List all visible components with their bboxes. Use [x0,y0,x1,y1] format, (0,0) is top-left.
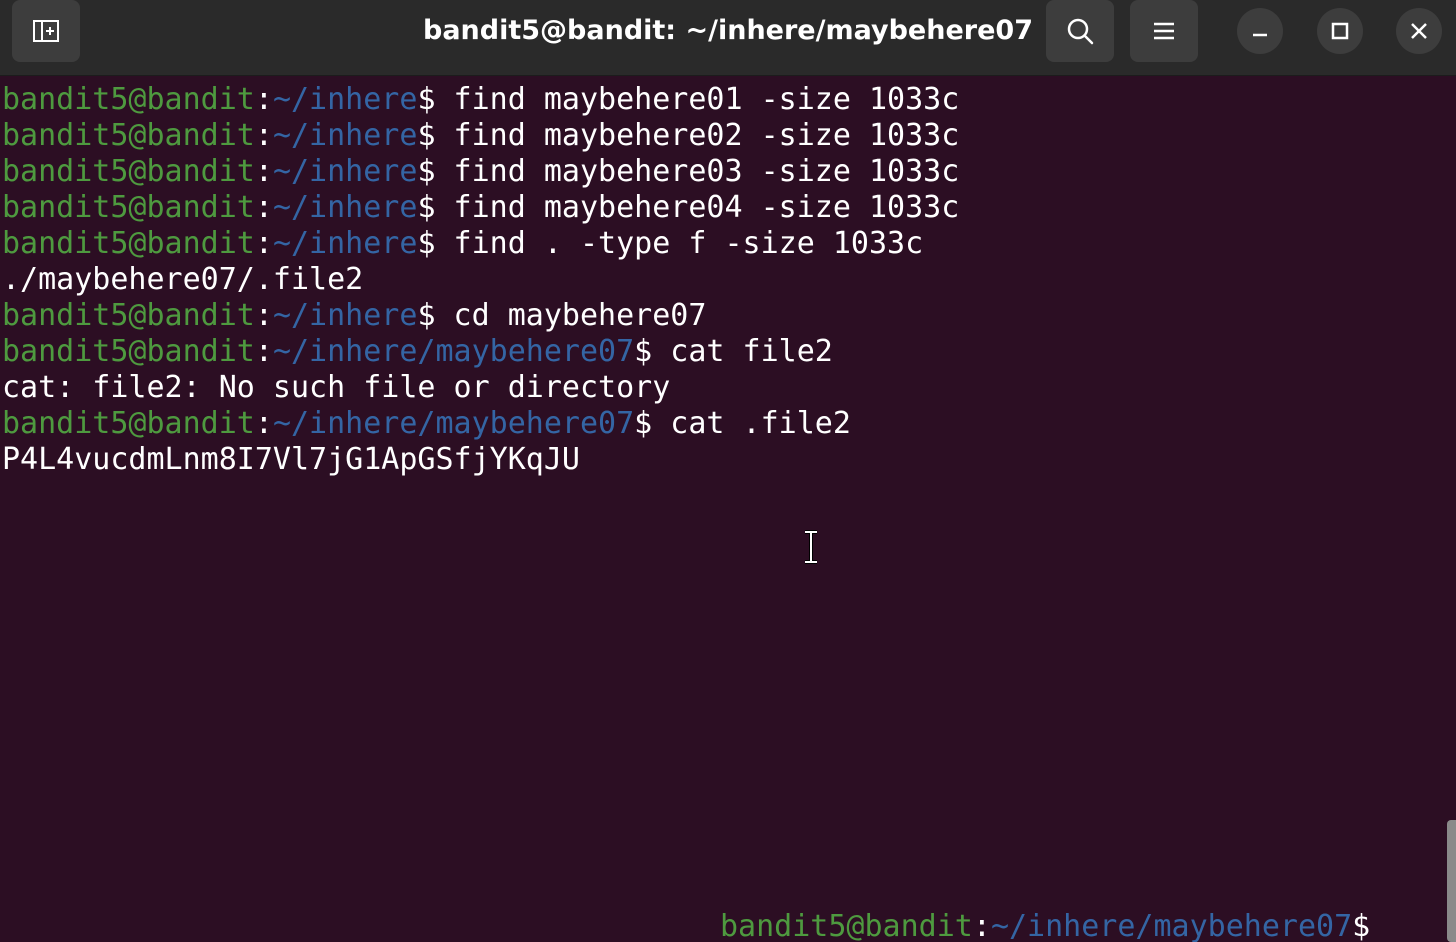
prompt-dollar: $ [417,118,436,153]
close-icon [1411,23,1427,39]
terminal-line: bandit5@bandit:~/inhere/maybehere07$ cat… [2,406,851,442]
prompt-path: ~/inhere [272,154,418,189]
menu-button[interactable] [1130,0,1198,62]
prompt-dollar: $ [1352,909,1371,942]
prompt-colon: : [254,154,273,189]
terminal-line: bandit5@bandit:~/inhere$ find . -type f … [2,226,923,262]
close-button[interactable] [1396,8,1442,54]
prompt-colon: : [972,909,991,942]
prompt-user: bandit5@bandit [2,154,255,189]
prompt-user: bandit5@bandit [2,334,255,369]
new-tab-icon [33,20,59,42]
prompt-dollar: $ [417,82,436,117]
prompt-dollar: $ [417,154,436,189]
prompt-path: ~/inhere [272,190,418,225]
search-button[interactable] [1046,0,1114,62]
terminal-line: bandit5@bandit:~/inhere$ find maybehere0… [2,154,959,190]
command-text: find maybehere02 -size 1033c [435,118,960,153]
prompt-user: bandit5@bandit [2,406,255,441]
minimize-button[interactable] [1237,8,1283,54]
prompt-path: ~/inhere [272,118,418,153]
prompt-path: ~/inhere/maybehere07 [272,334,635,369]
prompt-colon: : [254,118,273,153]
command-text: find maybehere04 -size 1033c [435,190,960,225]
prompt-user: bandit5@bandit [2,118,255,153]
new-tab-button[interactable] [12,0,80,62]
prompt-dollar: $ [417,226,436,261]
terminal-line: bandit5@bandit:~/inhere/maybehere07$ cat… [2,334,833,370]
prompt-colon: : [254,190,273,225]
current-prompt[interactable]: bandit5@bandit:~/inhere/maybehere07$ [720,909,1370,942]
command-text: cat file2 [652,334,833,369]
search-icon [1067,18,1094,45]
prompt-user: bandit5@bandit [2,298,255,333]
terminal-line: bandit5@bandit:~/inhere$ find maybehere0… [2,82,959,118]
title-bar: bandit5@bandit: ~/inhere/maybehere07 [0,0,1456,76]
prompt-colon: : [254,406,273,441]
prompt-dollar: $ [634,334,653,369]
output-text: cat: file2: No such file or directory [2,370,671,405]
prompt-colon: : [254,334,273,369]
prompt-dollar: $ [417,190,436,225]
command-text: find maybehere03 -size 1033c [435,154,960,189]
terminal-line: bandit5@bandit:~/inhere$ find maybehere0… [2,190,959,226]
prompt-user: bandit5@bandit [2,82,255,117]
minimize-icon [1253,33,1267,37]
command-text: find . -type f -size 1033c [435,226,924,261]
terminal-line: bandit5@bandit:~/inhere$ cd maybehere07 [2,298,706,334]
command-text: cat .file2 [652,406,851,441]
prompt-dollar: $ [417,298,436,333]
prompt-colon: : [254,226,273,261]
password-output: P4L4vucdmLnm8I7Vl7jG1ApGSfjYKqJU [2,442,580,477]
prompt-colon: : [254,298,273,333]
prompt-dollar: $ [634,406,653,441]
command-text: find maybehere01 -size 1033c [435,82,960,117]
prompt-path: ~/inhere [272,298,418,333]
prompt-path: ~/inhere/maybehere07 [990,909,1353,942]
terminal-output[interactable]: bandit5@bandit:~/inhere$ find maybehere0… [0,82,1440,942]
prompt-path: ~/inhere/maybehere07 [272,406,635,441]
hamburger-menu-icon [1154,22,1174,40]
prompt-user: bandit5@bandit [2,190,255,225]
prompt-path: ~/inhere [272,226,418,261]
prompt-user: bandit5@bandit [720,909,973,942]
scrollbar[interactable] [1447,820,1456,942]
command-text: cd maybehere07 [435,298,707,333]
maximize-icon [1331,22,1349,40]
prompt-user: bandit5@bandit [2,226,255,261]
i-beam-cursor-icon [805,530,817,564]
terminal-line: bandit5@bandit:~/inhere$ find maybehere0… [2,118,959,154]
terminal-window: bandit5@bandit: ~/inhere/maybehere07 ban… [0,0,1456,942]
maximize-button[interactable] [1317,8,1363,54]
output-text: ./maybehere07/.file2 [2,262,364,297]
window-title: bandit5@bandit: ~/inhere/maybehere07 [423,15,1033,46]
prompt-colon: : [254,82,273,117]
prompt-path: ~/inhere [272,82,418,117]
